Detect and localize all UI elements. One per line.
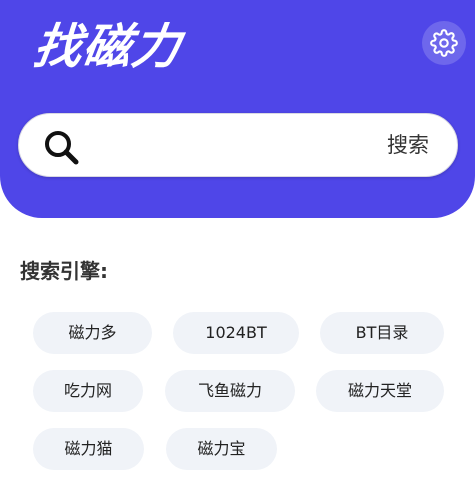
- search-button[interactable]: 搜索: [387, 130, 429, 160]
- gear-icon: [430, 29, 458, 57]
- engine-chip-cilimao[interactable]: 磁力猫: [33, 428, 144, 470]
- header-banner: 找磁力: [0, 0, 475, 218]
- engine-chip-1024bt[interactable]: 1024BT: [173, 312, 299, 354]
- search-bar[interactable]: 搜索: [18, 113, 458, 177]
- engine-chip-cilitiantang[interactable]: 磁力天堂: [316, 370, 444, 412]
- section-title-engines: 搜索引擎:: [20, 259, 108, 283]
- engine-chip-chiliwang[interactable]: 吃力网: [33, 370, 143, 412]
- engine-chip-btmulu[interactable]: BT目录: [320, 312, 444, 354]
- engine-chip-cilibao[interactable]: 磁力宝: [166, 428, 277, 470]
- search-input[interactable]: [97, 128, 371, 164]
- settings-button[interactable]: [422, 21, 466, 65]
- search-icon: [45, 131, 79, 165]
- engine-chip-feiyucili[interactable]: 飞鱼磁力: [165, 370, 295, 412]
- app-title: 找磁力: [30, 19, 185, 75]
- engine-chip-cilido[interactable]: 磁力多: [33, 312, 152, 354]
